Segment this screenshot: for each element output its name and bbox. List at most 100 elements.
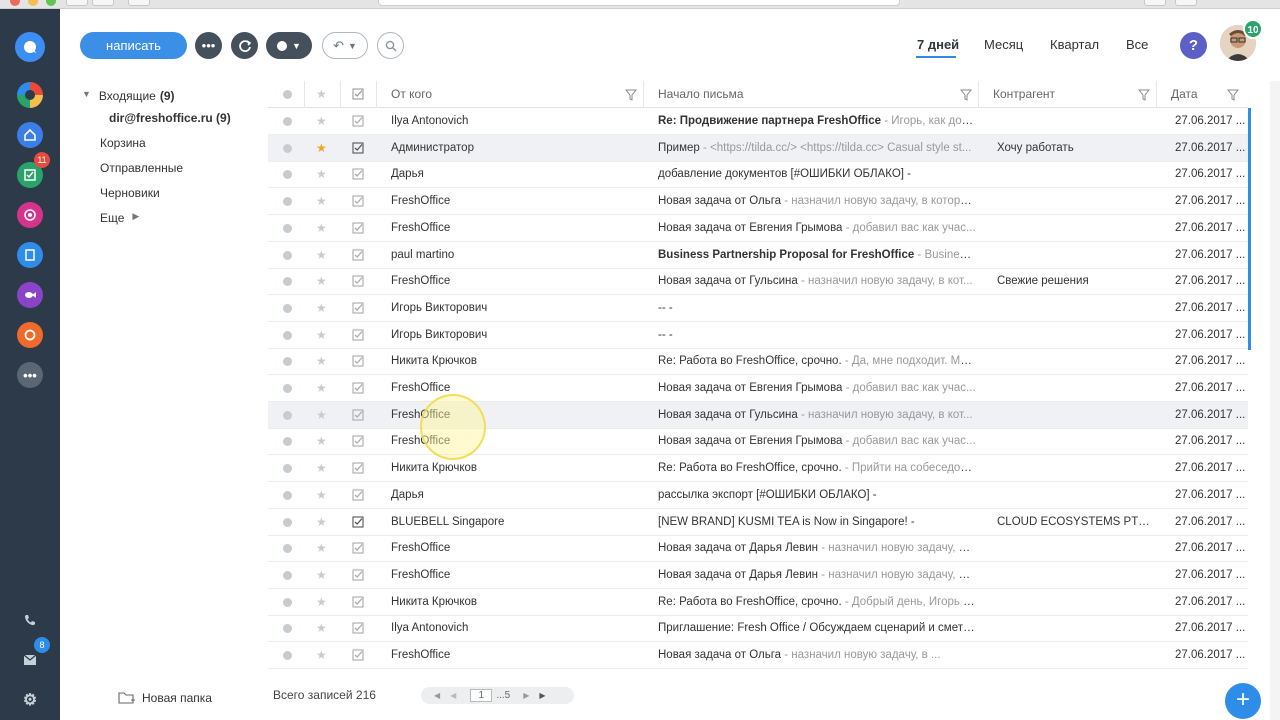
browser-back-button[interactable]	[66, 0, 88, 6]
notifications-badge[interactable]: 10	[1243, 19, 1263, 39]
last-page-icon[interactable]: ▶	[539, 691, 545, 700]
unread-dot-icon[interactable]	[283, 277, 292, 287]
star-icon[interactable]: ★	[316, 248, 327, 262]
table-row[interactable]: ★ Никита Крючков Re: Работа во FreshOffice…	[268, 348, 1248, 376]
documents-icon[interactable]	[17, 242, 43, 268]
folder-more[interactable]: Еще ▶	[100, 211, 139, 225]
unread-dot-icon[interactable]	[283, 330, 292, 340]
unread-dot-icon[interactable]	[283, 570, 292, 580]
read-check-icon[interactable]	[352, 622, 364, 634]
unread-dot-icon[interactable]	[283, 544, 292, 554]
mark-read-dropdown[interactable]: ▼	[266, 32, 312, 59]
period-month[interactable]: Месяц	[984, 37, 1023, 52]
table-row[interactable]: ★ Никита Крючков Re: Работа во FreshOffice…	[268, 455, 1248, 483]
table-row[interactable]: ★ Ilya Antonovich Приглашение: Fresh Offic…	[268, 615, 1248, 643]
table-row[interactable]: ★ Игорь Викторович -- - 27.06.2017 ...	[268, 295, 1248, 322]
read-check-icon[interactable]	[352, 435, 364, 447]
unread-dot-icon[interactable]	[283, 464, 292, 474]
unread-dot-icon[interactable]	[283, 384, 292, 393]
table-row[interactable]: ★ Дарья рассылка экспорт [#ОШИБКИ ОБЛАКО] …	[268, 482, 1248, 509]
table-row[interactable]: ★ Администратор Пример - <https://tilda.cc…	[268, 134, 1248, 162]
table-row[interactable]: ★ FreshOffice Новая задача от Дарья Левин …	[268, 535, 1248, 563]
address-bar[interactable]	[378, 0, 900, 6]
table-row[interactable]: ★ FreshOffice Новая задача от Евгения Грым…	[268, 375, 1248, 402]
filter-icon[interactable]	[960, 89, 972, 101]
unread-dot-icon[interactable]	[283, 651, 292, 660]
chat-icon[interactable]	[15, 32, 45, 62]
table-row[interactable]: ★ FreshOffice Новая задача от Евгения Грым…	[268, 428, 1248, 456]
minimize-window-icon[interactable]	[28, 0, 38, 6]
read-check-icon[interactable]	[352, 649, 364, 661]
read-check-icon[interactable]	[352, 462, 364, 474]
table-row[interactable]: ★ FreshOffice Новая задача от Гульсина - н…	[268, 268, 1248, 296]
add-fab-button[interactable]: +	[1225, 683, 1261, 719]
read-check-icon[interactable]	[352, 302, 364, 314]
read-check-icon[interactable]	[352, 542, 364, 554]
table-row[interactable]: ★ FreshOffice Новая задача от Гульсина - н…	[268, 401, 1248, 429]
unread-dot-icon[interactable]	[283, 117, 292, 126]
star-icon[interactable]: ★	[316, 488, 327, 502]
read-check-icon[interactable]	[352, 168, 364, 180]
star-icon[interactable]: ★	[316, 354, 327, 368]
more-actions-button[interactable]: •••	[195, 32, 222, 59]
check-column-icon[interactable]	[352, 88, 364, 100]
table-row[interactable]: ★ FreshOffice Новая задача от Ольга - назн…	[268, 642, 1248, 669]
unread-dot-icon[interactable]	[283, 357, 292, 367]
folder-drafts[interactable]: Черновики	[100, 186, 160, 200]
star-column-icon[interactable]: ★	[316, 87, 327, 101]
unread-dot-icon[interactable]	[283, 597, 292, 607]
read-check-icon[interactable]	[352, 195, 364, 207]
table-row[interactable]: ★ Игорь Викторович -- - 27.06.2017 ...	[268, 322, 1248, 349]
scrollbar[interactable]	[1270, 81, 1280, 720]
table-row[interactable]: ★ FreshOffice Новая задача от Евгения Грым…	[268, 215, 1248, 242]
star-icon[interactable]: ★	[316, 515, 327, 529]
folder-sent[interactable]: Отправленные	[100, 161, 183, 175]
fish-icon[interactable]	[17, 282, 43, 308]
dashboard-icon[interactable]	[17, 82, 43, 108]
new-folder-button[interactable]: Новая папка	[118, 691, 212, 705]
star-icon[interactable]: ★	[316, 274, 327, 288]
table-row[interactable]: ★ FreshOffice Новая задача от Ольга - назн…	[268, 188, 1248, 216]
star-icon[interactable]: ★	[316, 541, 327, 555]
select-all-radio[interactable]	[283, 90, 292, 99]
star-icon[interactable]: ★	[316, 408, 327, 422]
sidebar-toggle-button[interactable]	[128, 0, 150, 6]
compose-button[interactable]: написать	[80, 32, 187, 59]
read-check-icon[interactable]	[352, 489, 364, 501]
column-header-subject[interactable]: Начало письма	[658, 81, 744, 108]
table-row[interactable]: ★ Ilya Antonovich Re: Продвижение партнера…	[268, 108, 1248, 135]
unread-dot-icon[interactable]	[283, 517, 292, 527]
unread-dot-icon[interactable]	[283, 170, 292, 180]
star-icon[interactable]: ★	[316, 114, 327, 128]
search-button[interactable]	[377, 32, 404, 59]
star-icon[interactable]: ★	[316, 621, 327, 635]
star-icon[interactable]: ★	[316, 381, 327, 395]
phone-icon[interactable]	[17, 607, 43, 633]
unread-dot-icon[interactable]	[283, 250, 292, 260]
read-check-icon[interactable]	[352, 115, 364, 127]
unread-dot-icon[interactable]	[283, 624, 292, 634]
table-row[interactable]: ★ Никита Крючков Re: Работа во FreshOffice…	[268, 589, 1248, 616]
table-row[interactable]: ★ BLUEBELL Singapore [NEW BRAND] KUSMI TEA…	[268, 509, 1248, 536]
folder-trash[interactable]: Корзина	[100, 136, 146, 150]
first-page-icon[interactable]: ◀	[434, 691, 440, 700]
star-icon[interactable]: ★	[316, 434, 327, 448]
read-check-icon[interactable]	[352, 596, 364, 608]
share-button[interactable]	[1175, 0, 1197, 6]
read-check-icon[interactable]	[352, 222, 364, 234]
star-icon[interactable]: ★	[316, 194, 327, 208]
read-check-icon[interactable]	[352, 142, 364, 154]
sync-icon[interactable]	[17, 322, 43, 348]
filter-icon[interactable]	[1227, 89, 1239, 101]
unread-dot-icon[interactable]	[283, 490, 292, 500]
browser-forward-button[interactable]	[92, 0, 114, 6]
period-7-days[interactable]: 7 дней	[917, 37, 959, 52]
next-page-icon[interactable]: ▶	[523, 691, 529, 700]
star-icon[interactable]: ★	[316, 648, 327, 662]
star-icon[interactable]: ★	[316, 595, 327, 609]
star-icon[interactable]: ★	[316, 568, 327, 582]
table-row[interactable]: ★ FreshOffice Новая задача от Дарья Левин …	[268, 562, 1248, 589]
unread-dot-icon[interactable]	[283, 410, 292, 420]
maximize-window-icon[interactable]	[46, 0, 56, 6]
read-check-icon[interactable]	[352, 329, 364, 341]
